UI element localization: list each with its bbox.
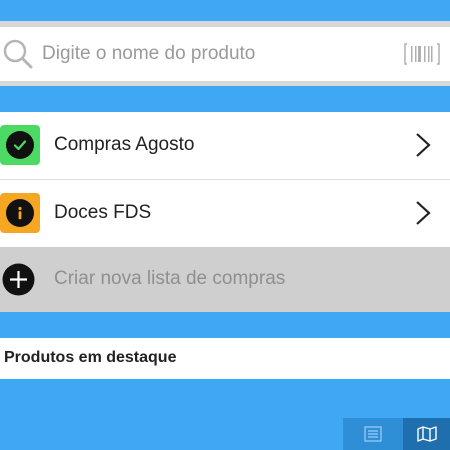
barcode-scanner-icon[interactable]: [404, 42, 440, 66]
info-icon: [18, 206, 22, 220]
list-status-badge: [0, 193, 40, 233]
list-status-badge: [0, 125, 40, 165]
list-item-label: Compras Agosto: [54, 134, 195, 155]
plus-icon: [2, 263, 35, 296]
list-item-label: Doces FDS: [54, 202, 152, 223]
create-list-button[interactable]: Criar nova lista de compras: [0, 247, 450, 312]
search-input[interactable]: Digite o nome do produto: [42, 43, 255, 65]
chevron-right-icon: [416, 201, 431, 225]
list-item-doces-fds[interactable]: Doces FDS: [0, 180, 450, 248]
map-icon: [416, 426, 437, 442]
shopping-lists: Compras Agosto Doces FDS: [0, 112, 450, 248]
chevron-right-icon: [416, 133, 431, 157]
tab-map[interactable]: [403, 418, 450, 450]
featured-products-section: Produtos em destaque: [0, 338, 450, 379]
check-icon: [13, 140, 27, 151]
search-bar[interactable]: Digite o nome do produto: [0, 27, 450, 81]
featured-title: Produtos em destaque: [4, 349, 177, 366]
search-icon: [3, 39, 33, 69]
list-item-compras-agosto[interactable]: Compras Agosto: [0, 112, 450, 180]
create-list-label: Criar nova lista de compras: [54, 268, 286, 289]
tab-list[interactable]: [343, 418, 403, 450]
list-icon: [364, 426, 382, 442]
